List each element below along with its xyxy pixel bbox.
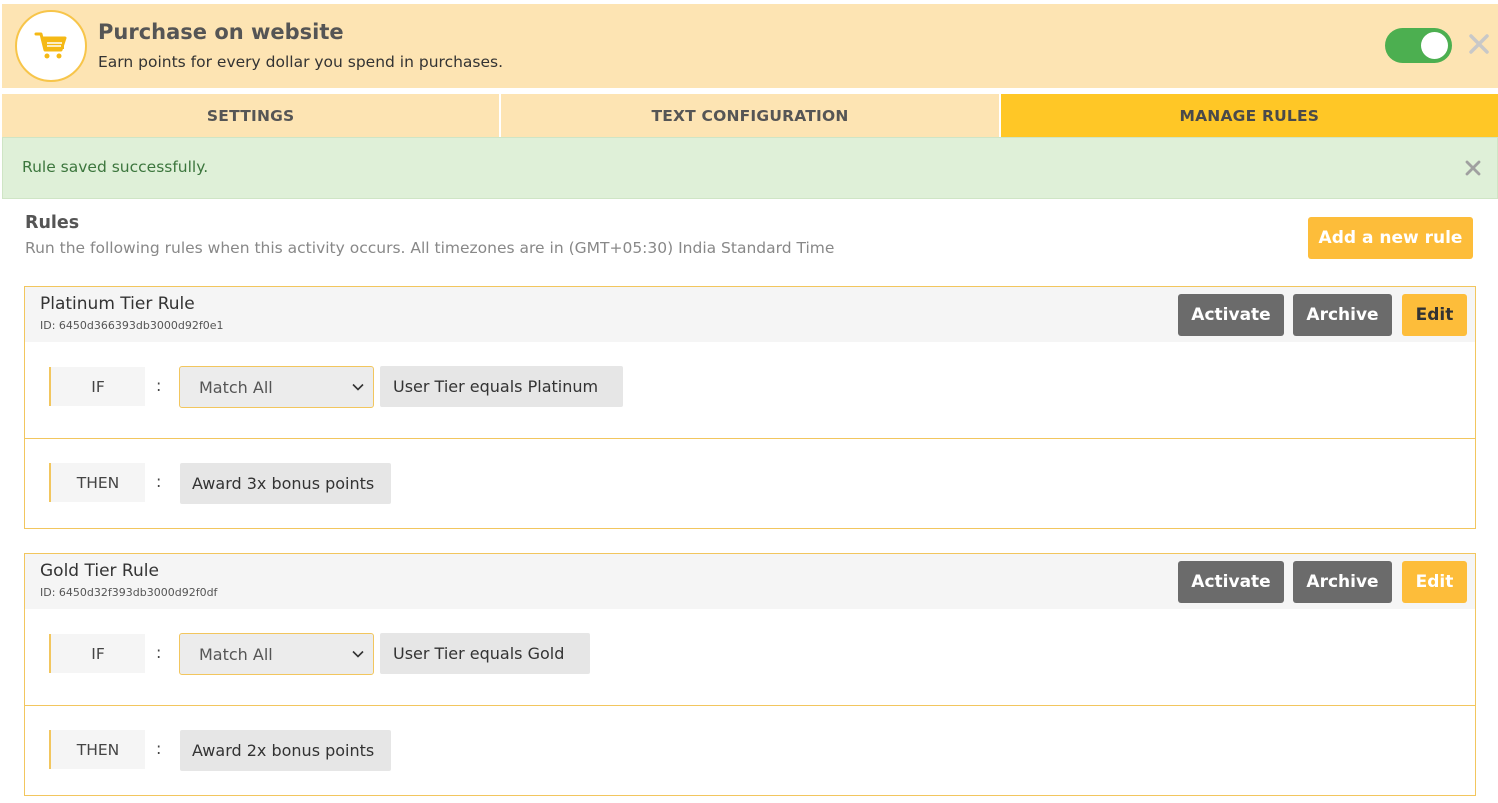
tab-text-configuration[interactable]: TEXT CONFIGURATION <box>501 94 1001 137</box>
colon-separator: : <box>156 472 162 491</box>
tab-manage-rules[interactable]: MANAGE RULES <box>1000 94 1498 137</box>
add-new-rule-button[interactable]: Add a new rule <box>1308 217 1473 259</box>
chevron-down-icon <box>352 650 364 658</box>
close-icon <box>1469 34 1489 54</box>
rule-name: Gold Tier Rule <box>40 561 159 581</box>
activate-button[interactable]: Activate <box>1178 561 1284 603</box>
tab-bar: SETTINGS TEXT CONFIGURATION MANAGE RULES <box>2 94 1498 137</box>
edit-button[interactable]: Edit <box>1402 294 1467 336</box>
activity-icon-badge <box>15 10 87 82</box>
match-mode-select[interactable]: Match All <box>179 633 374 675</box>
alert-close-button[interactable] <box>1462 157 1484 179</box>
rule-header: Platinum Tier Rule ID: 6450d366393db3000… <box>25 287 1475 342</box>
rules-description: Run the following rules when this activi… <box>25 239 835 257</box>
colon-separator: : <box>156 376 162 395</box>
page: Purchase on website Earn points for ever… <box>0 0 1498 803</box>
activity-enabled-toggle[interactable] <box>1385 28 1452 63</box>
match-mode-select[interactable]: Match All <box>179 366 374 408</box>
colon-separator: : <box>156 643 162 662</box>
alert-message: Rule saved successfully. <box>22 158 209 176</box>
activate-button[interactable]: Activate <box>1178 294 1284 336</box>
rules-heading: Rules <box>25 213 80 233</box>
then-label: THEN <box>49 730 145 769</box>
toggle-knob <box>1421 32 1448 59</box>
edit-button[interactable]: Edit <box>1402 561 1467 603</box>
then-label: THEN <box>49 463 145 502</box>
rule-id: ID: 6450d366393db3000d92f0e1 <box>40 319 224 332</box>
archive-button[interactable]: Archive <box>1293 294 1392 336</box>
tab-settings[interactable]: SETTINGS <box>2 94 502 137</box>
action-chip: Award 3x bonus points <box>180 463 392 504</box>
rule-id: ID: 6450d32f393db3000d92f0df <box>40 586 218 599</box>
activity-title: Purchase on website <box>98 20 344 44</box>
rule-card: Gold Tier Rule ID: 6450d32f393db3000d92f… <box>24 553 1476 796</box>
close-icon <box>1465 160 1481 176</box>
rule-card: Platinum Tier Rule ID: 6450d366393db3000… <box>24 286 1476 529</box>
chevron-down-icon <box>352 383 364 391</box>
success-alert: Rule saved successfully. <box>2 137 1498 199</box>
activity-header: Purchase on website Earn points for ever… <box>2 4 1498 88</box>
divider <box>25 438 1475 439</box>
divider <box>25 705 1475 706</box>
archive-button[interactable]: Archive <box>1293 561 1392 603</box>
shopping-cart-icon <box>34 32 67 59</box>
activity-subtitle: Earn points for every dollar you spend i… <box>98 53 504 71</box>
if-label: IF <box>49 367 145 406</box>
rule-header: Gold Tier Rule ID: 6450d32f393db3000d92f… <box>25 554 1475 609</box>
if-label: IF <box>49 634 145 673</box>
action-chip: Award 2x bonus points <box>180 730 392 771</box>
match-mode-value: Match All <box>199 644 273 664</box>
condition-chip: User Tier equals Gold <box>380 633 590 674</box>
header-close-button[interactable] <box>1465 28 1493 60</box>
rule-name: Platinum Tier Rule <box>40 294 195 314</box>
condition-chip: User Tier equals Platinum <box>380 366 623 407</box>
colon-separator: : <box>156 739 162 758</box>
match-mode-value: Match All <box>199 377 273 397</box>
